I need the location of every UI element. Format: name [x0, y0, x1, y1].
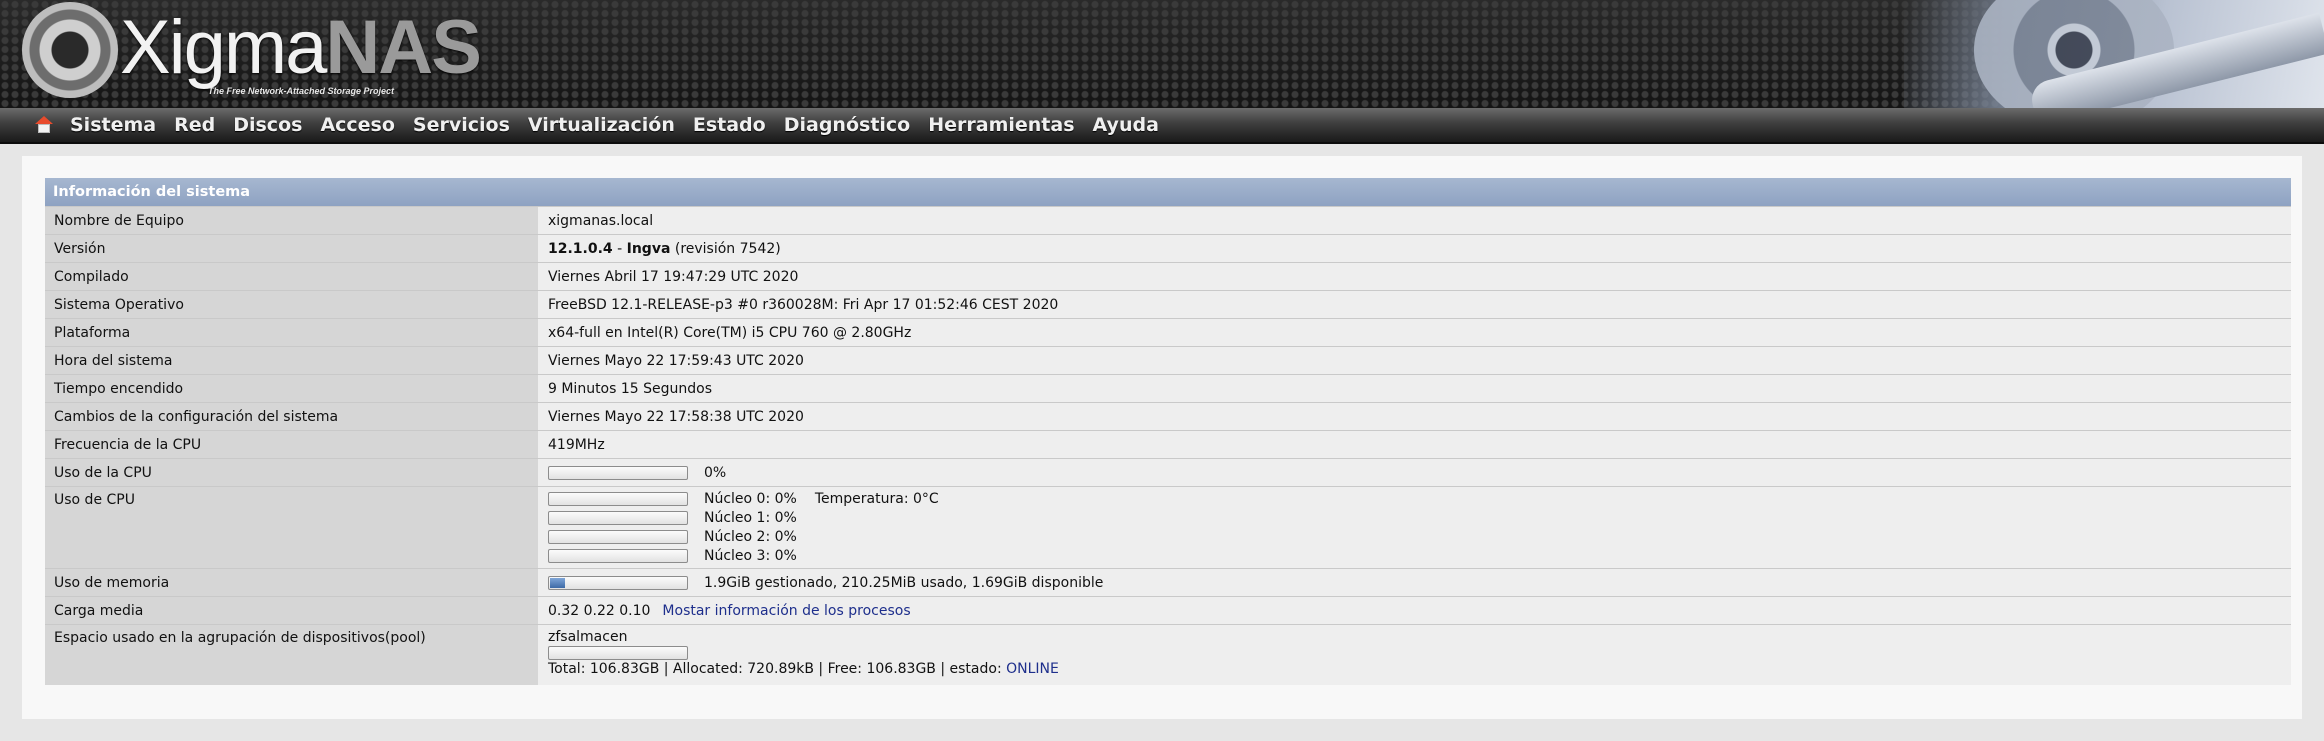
table-row: Uso de la CPU 0%	[45, 458, 2291, 487]
core-0-bar	[548, 491, 688, 506]
system-time-value: Viernes Mayo 22 17:59:43 UTC 2020	[538, 346, 2291, 375]
pool-name: zfsalmacen	[548, 629, 628, 645]
version-value: 12.1.0.4 - Ingva (revisión 7542)	[538, 234, 2291, 263]
nav-servicios[interactable]: Servicios	[413, 114, 510, 136]
hostname-value: xigmanas.local	[538, 206, 2291, 235]
version-revision: (revisión 7542)	[670, 240, 781, 257]
table-row: Cambios de la configuración del sistema …	[45, 402, 2291, 431]
table-row: Hora del sistema Viernes Mayo 22 17:59:4…	[45, 346, 2291, 375]
nav-acceso[interactable]: Acceso	[320, 114, 394, 136]
memory-value: 1.9GiB gestionado, 210.25MiB usado, 1.69…	[538, 568, 2291, 597]
core-2-text: Núcleo 2: 0%	[704, 528, 797, 545]
table-row: Nombre de Equipo xigmanas.local	[45, 206, 2291, 235]
core-3-text: Núcleo 3: 0%	[704, 547, 797, 564]
table-row: Sistema Operativo FreeBSD 12.1-RELEASE-p…	[45, 290, 2291, 319]
cpu-freq-value: 419MHz	[538, 430, 2291, 459]
version-label: Versión	[45, 234, 538, 263]
version-codename: Ingva	[626, 240, 671, 257]
nav-virtualizacion[interactable]: Virtualización	[528, 114, 675, 136]
core-2-bar	[548, 529, 688, 544]
table-row: Uso de CPU Núcleo 0: 0% Temperatura: 0°C …	[45, 486, 2291, 569]
version-number: 12.1.0.4	[548, 240, 613, 257]
panel-title: Información del sistema	[45, 178, 2291, 207]
home-icon[interactable]	[34, 116, 54, 134]
table-row: Uso de memoria 1.9GiB gestionado, 210.25…	[45, 568, 2291, 597]
cpu-freq-label: Frecuencia de la CPU	[45, 430, 538, 459]
table-row: Espacio usado en la agrupación de dispos…	[45, 624, 2291, 685]
pool-summary: Total: 106.83GB | Allocated: 720.89kB | …	[548, 661, 2282, 677]
core-1-text: Núcleo 1: 0%	[704, 509, 797, 526]
show-processes-link[interactable]: Mostar información de los procesos	[662, 603, 910, 619]
os-value: FreeBSD 12.1-RELEASE-p3 #0 r360028M: Fri…	[538, 290, 2291, 319]
table-row: Compilado Viernes Abril 17 19:47:29 UTC …	[45, 262, 2291, 291]
hostname-label: Nombre de Equipo	[45, 206, 538, 235]
cpu-temperature: Temperatura: 0°C	[814, 490, 939, 507]
platform-value: x64-full en Intel(R) Core(TM) i5 CPU 760…	[538, 318, 2291, 347]
nav-discos[interactable]: Discos	[233, 114, 302, 136]
table-row: Tiempo encendido 9 Minutos 15 Segundos	[45, 374, 2291, 403]
logo-disc-icon	[22, 2, 118, 98]
pool-summary-text: Total: 106.83GB | Allocated: 720.89kB | …	[548, 661, 1007, 677]
pool-status-link[interactable]: ONLINE	[1006, 661, 1059, 677]
memory-text: 1.9GiB gestionado, 210.25MiB usado, 1.69…	[704, 574, 1104, 591]
table-row: Frecuencia de la CPU 419MHz	[45, 430, 2291, 459]
nav-estado[interactable]: Estado	[693, 114, 766, 136]
nav-herramientas[interactable]: Herramientas	[928, 114, 1074, 136]
xigmanas-logo[interactable]: XigmaNAS The Free Network-Attached Stora…	[22, 2, 482, 102]
load-value: 0.32 0.22 0.10 Mostar información de los …	[538, 596, 2291, 625]
table-row: Plataforma x64-full en Intel(R) Core(TM)…	[45, 318, 2291, 347]
memory-label: Uso de memoria	[45, 568, 538, 597]
table-row: Carga media 0.32 0.22 0.10 Mostar informa…	[45, 596, 2291, 625]
compiled-label: Compilado	[45, 262, 538, 291]
pool-bar	[548, 646, 688, 660]
uptime-value: 9 Minutos 15 Segundos	[538, 374, 2291, 403]
nav-diagnostico[interactable]: Diagnóstico	[784, 114, 911, 136]
logo-text: XigmaNAS	[120, 5, 482, 90]
core-3-bar	[548, 548, 688, 563]
cpu-usage-percent: 0%	[704, 464, 727, 481]
pool-label: Espacio usado en la agrupación de dispos…	[45, 624, 538, 685]
logo-name-part2: NAS	[325, 5, 481, 90]
version-separator: -	[612, 240, 627, 257]
main-nav: Sistema Red Discos Acceso Servicios Virt…	[0, 108, 2324, 144]
cpu-cores-label: Uso de CPU	[45, 486, 538, 569]
nav-red[interactable]: Red	[174, 114, 215, 136]
logo-tagline: The Free Network-Attached Storage Projec…	[208, 86, 395, 96]
nav-ayuda[interactable]: Ayuda	[1093, 114, 1159, 136]
cpu-usage-value: 0%	[538, 458, 2291, 487]
core-0-text: Núcleo 0: 0%	[704, 490, 797, 507]
config-changes-label: Cambios de la configuración del sistema	[45, 402, 538, 431]
cpu-cores-value: Núcleo 0: 0% Temperatura: 0°C Núcleo 1: 0…	[538, 486, 2291, 569]
config-changes-value: Viernes Mayo 22 17:58:38 UTC 2020	[538, 402, 2291, 431]
uptime-label: Tiempo encendido	[45, 374, 538, 403]
cpu-usage-bar	[548, 465, 688, 480]
memory-bar	[548, 575, 688, 590]
nav-sistema[interactable]: Sistema	[70, 114, 156, 136]
logo-name-part1: Xigma	[120, 5, 327, 90]
cpu-usage-label: Uso de la CPU	[45, 458, 538, 487]
core-1-bar	[548, 510, 688, 525]
platform-label: Plataforma	[45, 318, 538, 347]
load-averages: 0.32 0.22 0.10	[548, 602, 651, 619]
system-time-label: Hora del sistema	[45, 346, 538, 375]
pool-value: zfsalmacen Total: 106.83GB | Allocated: …	[538, 624, 2291, 685]
load-label: Carga media	[45, 596, 538, 625]
system-info-table: Información del sistema Nombre de Equipo…	[45, 178, 2291, 685]
content-area: Información del sistema Nombre de Equipo…	[22, 156, 2302, 719]
os-label: Sistema Operativo	[45, 290, 538, 319]
table-row: Versión 12.1.0.4 - Ingva (revisión 7542)	[45, 234, 2291, 263]
page-header: XigmaNAS The Free Network-Attached Stora…	[0, 0, 2324, 108]
compiled-value: Viernes Abril 17 19:47:29 UTC 2020	[538, 262, 2291, 291]
